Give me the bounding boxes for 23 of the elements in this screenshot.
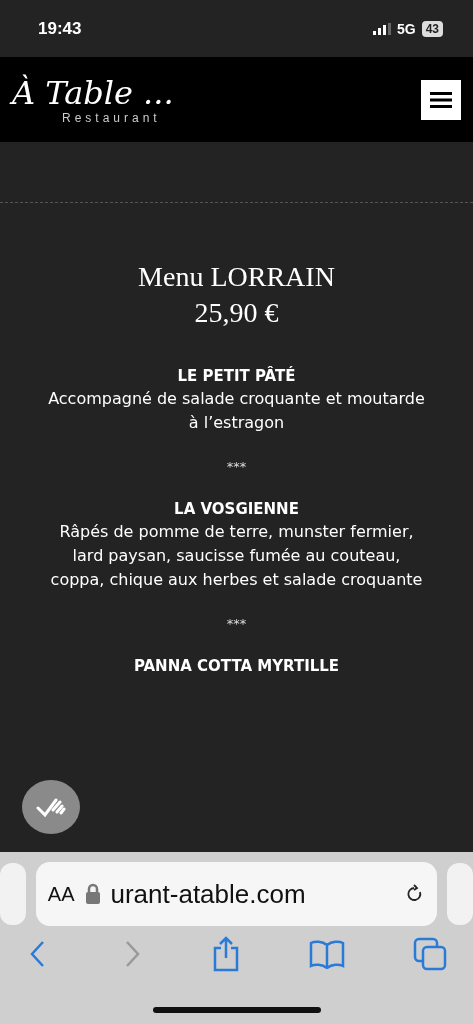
course-name: PANNA COTTA MYRTILLE bbox=[133, 656, 340, 677]
course-description: Râpés de pomme de terre, munster fermier, lard paysan, saucisse fumée au couteau, coppa, chique aux herbes et salade croquante bbox=[49, 521, 424, 591]
menu-title: Menu LORRAIN bbox=[138, 260, 335, 294]
text-size-button[interactable]: AA bbox=[47, 882, 75, 906]
course-separator: *** bbox=[226, 616, 247, 631]
course-description: Accompagné de salade croquante et moutarde à l’estragon bbox=[47, 388, 426, 434]
logo-subtitle: Restaurant bbox=[62, 110, 161, 125]
address-bar[interactable]: AA urant-atable.com bbox=[35, 862, 438, 926]
lock-icon bbox=[84, 883, 101, 905]
course-name: LA VOSGIENNE bbox=[174, 499, 299, 520]
adjacent-tab[interactable] bbox=[0, 863, 26, 925]
url-text: urant-atable.com bbox=[110, 878, 307, 910]
course-name: LE PETIT PÂTÉ bbox=[177, 365, 296, 387]
adjacent-tab[interactable] bbox=[447, 863, 473, 925]
checkmark-icon bbox=[36, 796, 66, 818]
network-label: 5G bbox=[396, 20, 416, 37]
menu-icon bbox=[430, 91, 452, 108]
battery-level: 43 bbox=[421, 20, 443, 37]
menu-button[interactable] bbox=[421, 79, 461, 120]
menu-price: 25,90 € bbox=[194, 296, 279, 330]
status-time: 19:43 bbox=[38, 18, 83, 39]
signal-icon bbox=[372, 22, 391, 35]
course-separator: *** bbox=[226, 459, 247, 474]
